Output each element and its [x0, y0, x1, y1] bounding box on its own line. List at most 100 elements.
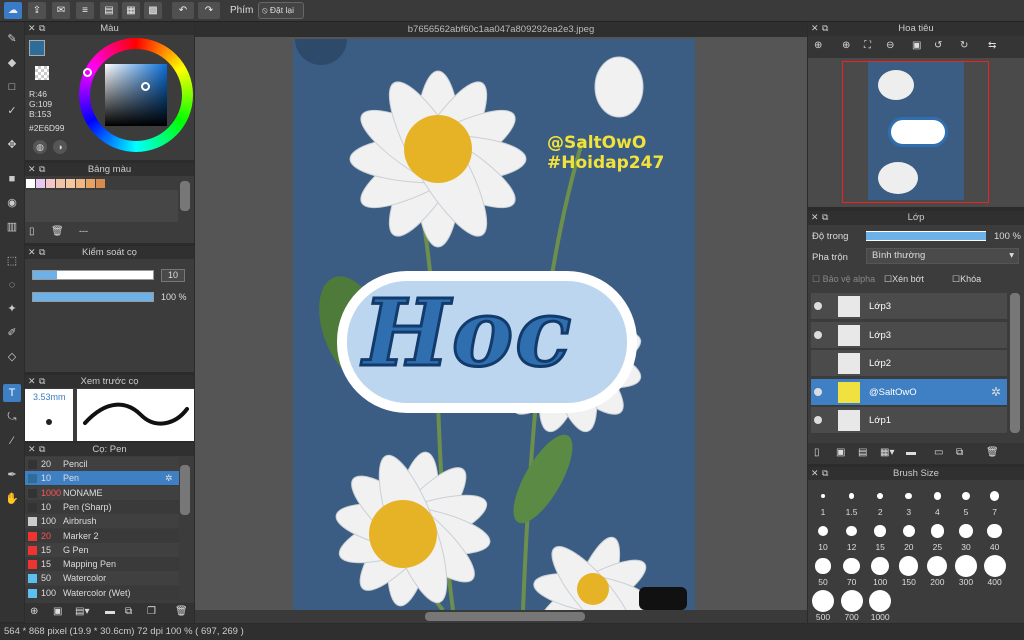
redo-icon[interactable]: ↷: [198, 2, 220, 19]
brush-size-value[interactable]: 10: [161, 269, 185, 282]
brush-size-option[interactable]: 3: [895, 485, 923, 517]
brush-size-option[interactable]: 100: [866, 555, 894, 587]
panel-icon[interactable]: ▦: [122, 2, 140, 19]
lock-checkbox[interactable]: ☐Khóa: [952, 274, 981, 285]
trash-icon[interactable]: 🗑: [986, 447, 999, 458]
brush-size-option[interactable]: 30: [952, 520, 980, 552]
brush-list-item[interactable]: 100 Watercolor (Wet): [25, 585, 179, 600]
brush-size-slider[interactable]: [32, 270, 154, 280]
brush-size-option[interactable]: 25: [923, 520, 951, 552]
brush-size-option[interactable]: 1: [809, 485, 837, 517]
detach-icon[interactable]: ⧉: [39, 443, 45, 456]
folder-icon[interactable]: ▬: [906, 447, 916, 458]
hue-wheel[interactable]: [79, 38, 193, 152]
viewport-frame[interactable]: [842, 61, 989, 203]
move-tool-icon[interactable]: ✥: [3, 136, 21, 154]
trash-icon[interactable]: 🗑: [51, 226, 64, 237]
brush-list-item[interactable]: 50 Watercolor: [25, 571, 179, 586]
bucket-tool-icon[interactable]: ◉: [3, 194, 21, 212]
gear-icon[interactable]: ✲: [991, 385, 1001, 399]
detach-icon[interactable]: ⧉: [39, 22, 45, 35]
brush-size-option[interactable]: 300: [952, 555, 980, 587]
new-raster-icon[interactable]: ▣: [836, 447, 845, 458]
grid-icon[interactable]: ▩: [144, 2, 162, 19]
copy-icon[interactable]: ⧉: [125, 606, 132, 617]
palette-swatch[interactable]: [76, 179, 85, 188]
select-pen-icon[interactable]: ✐: [3, 324, 21, 342]
undo-icon[interactable]: ↶: [172, 2, 194, 19]
hue-cursor[interactable]: [83, 68, 92, 77]
eye-icon[interactable]: [814, 416, 822, 424]
palette-swatch[interactable]: [96, 179, 105, 188]
fill-rect-icon[interactable]: ■: [3, 170, 21, 188]
current-color-swatch[interactable]: [29, 40, 45, 56]
layer-row[interactable]: @SaltOwO ✲: [811, 378, 1007, 406]
brush-size-option[interactable]: 20: [895, 520, 923, 552]
detach-icon[interactable]: ⧉: [39, 163, 45, 176]
brush-size-option[interactable]: 150: [895, 555, 923, 587]
brush-settings-icon[interactable]: ▣: [53, 606, 62, 617]
select-eraser-icon[interactable]: ◇: [3, 348, 21, 366]
brush-size-option[interactable]: 1.5: [838, 485, 866, 517]
brush-list-item[interactable]: 20 Pencil: [25, 457, 179, 471]
eye-icon[interactable]: [814, 387, 822, 396]
pen-tool-icon[interactable]: ✒: [3, 466, 21, 484]
palette-swatch[interactable]: [56, 179, 65, 188]
rotate-left-icon[interactable]: ↺: [934, 40, 942, 51]
scrollbar[interactable]: [1010, 293, 1020, 433]
document-tab[interactable]: b7656562abf60c1aa047a809292ea2e3.jpeg: [195, 22, 807, 37]
brush-list-item[interactable]: 100 Airbrush: [25, 514, 179, 529]
brush-size-option[interactable]: 40: [981, 520, 1009, 552]
artwork-canvas[interactable]: @SaltOwO #Hoidap247 Hoc: [293, 39, 695, 610]
brush-size-option[interactable]: 400: [981, 555, 1009, 587]
scrollbar[interactable]: [180, 465, 190, 515]
brush-size-option[interactable]: 200: [923, 555, 951, 587]
close-icon[interactable]: ✕: [28, 246, 36, 259]
actual-size-icon[interactable]: ▣: [912, 40, 921, 51]
alpha-protect-checkbox[interactable]: ☐ Bảo vệ alpha: [812, 274, 875, 285]
close-icon[interactable]: ✕: [811, 211, 819, 224]
gradient-tool-icon[interactable]: ▥: [3, 218, 21, 236]
zoom-out-icon[interactable]: ⊖: [886, 40, 894, 51]
export-icon[interactable]: ⇪: [28, 2, 46, 19]
brush-list-item[interactable]: 20 Marker 2: [25, 528, 179, 543]
detach-icon[interactable]: ⧉: [822, 22, 828, 35]
blend-mode-select[interactable]: Bình thường ▾: [866, 248, 1019, 264]
detach-icon[interactable]: ⧉: [39, 375, 45, 388]
palette-icon[interactable]: ◍: [33, 140, 47, 154]
detach-icon[interactable]: ⧉: [822, 467, 828, 480]
brush-opacity-slider[interactable]: [32, 292, 154, 302]
palette-swatch[interactable]: [26, 179, 35, 188]
brush-size-option[interactable]: 4: [923, 485, 951, 517]
brush-size-option[interactable]: 15: [866, 520, 894, 552]
transparent-color-swatch[interactable]: [35, 66, 49, 80]
text-tool-icon[interactable]: T: [3, 384, 21, 402]
color-picker-cursor[interactable]: [141, 82, 150, 91]
zoom-in-icon[interactable]: ⊕: [842, 40, 850, 51]
chat-icon[interactable]: ✉: [52, 2, 70, 19]
layout-icon[interactable]: ▤: [100, 2, 118, 19]
close-icon[interactable]: ✕: [28, 163, 36, 176]
lasso-tool-icon[interactable]: ◌: [3, 276, 21, 294]
folder-icon[interactable]: ▬: [105, 606, 115, 617]
cloud-icon[interactable]: ☁: [4, 2, 22, 19]
magic-wand-icon[interactable]: ✦: [3, 300, 21, 318]
brush-tool-icon[interactable]: ✎: [3, 30, 21, 48]
navigator-preview[interactable]: [808, 58, 1024, 207]
select-rect-icon[interactable]: ⬚: [3, 252, 21, 270]
brush-menu-icon[interactable]: ▤▾: [75, 606, 89, 617]
close-icon[interactable]: ✕: [28, 443, 36, 456]
brush-list-item[interactable]: 1000 NONAME: [25, 485, 179, 500]
duplicate-icon[interactable]: ❐: [147, 606, 156, 617]
folder-open-icon[interactable]: ▭: [934, 447, 943, 458]
palette-swatch[interactable]: [66, 179, 75, 188]
brush-size-option[interactable]: 1000: [866, 590, 894, 622]
rotate-right-icon[interactable]: ↻: [960, 40, 968, 51]
brush-size-option[interactable]: 70: [838, 555, 866, 587]
brush-size-option[interactable]: 700: [838, 590, 866, 622]
palette-swatch[interactable]: [86, 179, 95, 188]
brush-size-option[interactable]: 50: [809, 555, 837, 587]
eye-icon[interactable]: [814, 330, 822, 339]
trash-icon[interactable]: 🗑: [175, 606, 188, 617]
brush-list-item[interactable]: 15 G Pen: [25, 542, 179, 557]
